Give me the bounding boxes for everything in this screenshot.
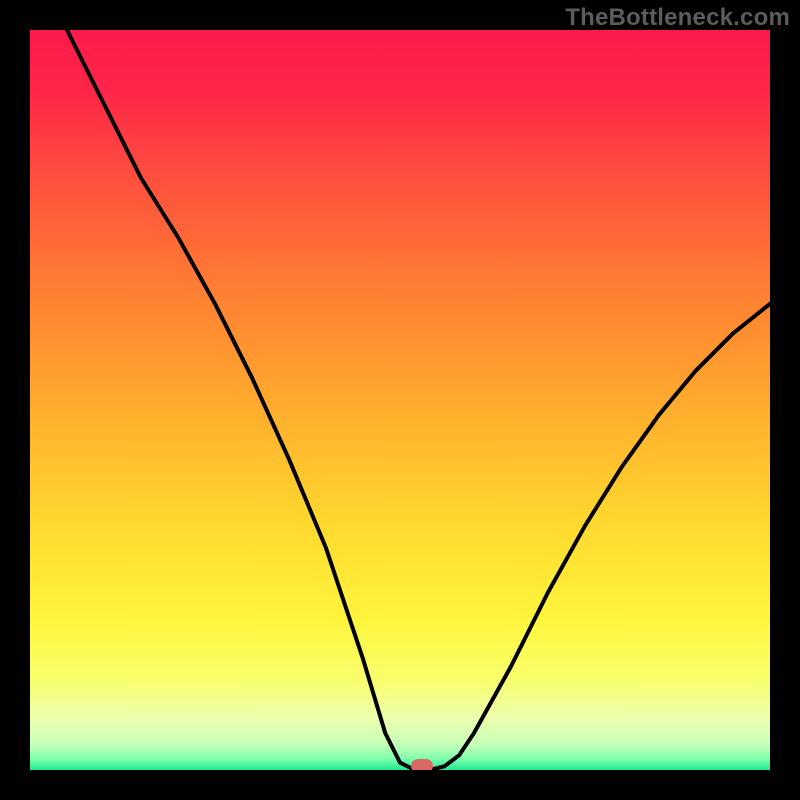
watermark-text: TheBottleneck.com [565, 4, 790, 32]
optimal-point-marker [411, 759, 433, 770]
bottleneck-curve [30, 30, 770, 770]
plot-area [30, 30, 770, 770]
chart-frame: TheBottleneck.com [0, 0, 800, 800]
